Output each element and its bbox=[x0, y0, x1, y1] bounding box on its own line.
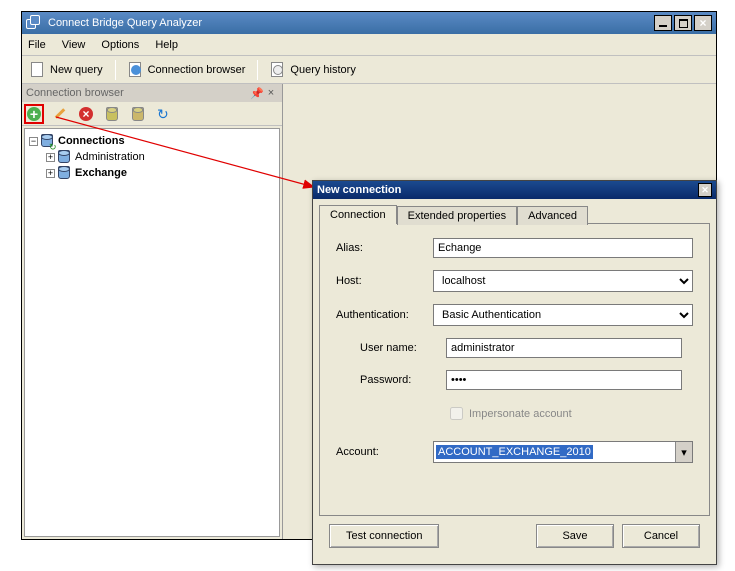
query-history-label: Query history bbox=[290, 64, 355, 76]
add-connection-button[interactable]: + bbox=[24, 104, 44, 124]
maximize-button[interactable] bbox=[674, 15, 692, 31]
tree-item-label: Administration bbox=[75, 151, 145, 163]
alias-input[interactable] bbox=[433, 238, 693, 258]
panel-close-button[interactable]: × bbox=[264, 87, 278, 99]
menu-file[interactable]: File bbox=[28, 39, 46, 51]
tree-root-label: Connections bbox=[58, 135, 125, 147]
chevron-down-icon: ▾ bbox=[675, 442, 692, 462]
auth-label: Authentication: bbox=[336, 309, 433, 321]
database-icon bbox=[58, 166, 72, 180]
panel-title: Connection browser bbox=[26, 87, 250, 99]
host-select[interactable]: localhost bbox=[433, 270, 693, 292]
refresh-button[interactable]: ↻ bbox=[154, 104, 174, 124]
account-value: ACCOUNT_EXCHANGE_2010 bbox=[436, 445, 593, 459]
dialog-close-button[interactable]: ✕ bbox=[698, 183, 712, 197]
dialog-titlebar: New connection ✕ bbox=[313, 181, 716, 199]
pass-label: Password: bbox=[360, 374, 446, 386]
tab-strip: Connection Extended properties Advanced bbox=[319, 205, 710, 224]
menu-options[interactable]: Options bbox=[101, 39, 139, 51]
cancel-button[interactable]: Cancel bbox=[622, 524, 700, 548]
password-input[interactable] bbox=[446, 370, 682, 390]
main-toolbar: New query Connection browser Query histo… bbox=[22, 56, 716, 84]
connection-tab-pane: Alias: Host: localhost Authentication: B… bbox=[319, 223, 710, 516]
globe-icon bbox=[128, 62, 144, 78]
tree-item[interactable]: + Exchange bbox=[29, 165, 275, 181]
tab-extended[interactable]: Extended properties bbox=[397, 206, 517, 225]
close-button[interactable]: × bbox=[694, 15, 712, 31]
user-label: User name: bbox=[360, 342, 446, 354]
save-button[interactable]: Save bbox=[536, 524, 614, 548]
titlebar: Connect Bridge Query Analyzer × bbox=[22, 12, 716, 34]
tree-root[interactable]: − ↻ Connections bbox=[29, 133, 275, 149]
window-title: Connect Bridge Query Analyzer bbox=[46, 17, 652, 29]
app-icon bbox=[26, 15, 42, 31]
x-icon: × bbox=[79, 107, 93, 121]
username-input[interactable] bbox=[446, 338, 682, 358]
connection-browser-button[interactable]: Connection browser bbox=[124, 60, 250, 80]
dialog-title: New connection bbox=[317, 184, 698, 196]
database-icon bbox=[58, 150, 72, 164]
host-label: Host: bbox=[336, 275, 433, 287]
edit-connection-button[interactable] bbox=[50, 104, 70, 124]
tab-connection[interactable]: Connection bbox=[319, 205, 397, 224]
database-icon: ↻ bbox=[41, 134, 55, 148]
new-query-label: New query bbox=[50, 64, 103, 76]
database-icon bbox=[132, 107, 144, 121]
query-history-button[interactable]: Query history bbox=[266, 60, 359, 80]
impersonate-checkbox bbox=[450, 407, 463, 420]
panel-toolbar: + × ↻ bbox=[22, 102, 282, 126]
delete-connection-button[interactable]: × bbox=[76, 104, 96, 124]
new-query-button[interactable]: New query bbox=[26, 60, 107, 80]
refresh-icon: ↻ bbox=[157, 107, 171, 121]
panel-header: Connection browser 📌 × bbox=[22, 84, 282, 102]
alias-label: Alias: bbox=[336, 242, 433, 254]
minimize-button[interactable] bbox=[654, 15, 672, 31]
menubar: File View Options Help bbox=[22, 34, 716, 56]
connection-browser-label: Connection browser bbox=[148, 64, 246, 76]
impersonate-label: Impersonate account bbox=[469, 408, 572, 420]
tab-advanced[interactable]: Advanced bbox=[517, 206, 588, 225]
tree-item-label: Exchange bbox=[75, 167, 127, 179]
database2-button[interactable] bbox=[128, 104, 148, 124]
menu-help[interactable]: Help bbox=[155, 39, 178, 51]
connection-browser-panel: Connection browser 📌 × + × ↻ − ↻ Connect… bbox=[22, 84, 283, 539]
connection-tree[interactable]: − ↻ Connections + Administration + Excha… bbox=[24, 128, 280, 537]
test-connection-button[interactable]: Test connection bbox=[329, 524, 439, 548]
pin-icon[interactable]: 📌 bbox=[250, 87, 264, 100]
plus-icon: + bbox=[27, 107, 41, 121]
database-icon bbox=[106, 107, 118, 121]
history-icon bbox=[270, 62, 286, 78]
database-button[interactable] bbox=[102, 104, 122, 124]
auth-select[interactable]: Basic Authentication bbox=[433, 304, 693, 326]
pencil-icon bbox=[53, 107, 67, 121]
collapse-icon[interactable]: − bbox=[29, 137, 38, 146]
new-connection-dialog: New connection ✕ Connection Extended pro… bbox=[312, 180, 717, 565]
expand-icon[interactable]: + bbox=[46, 169, 55, 178]
menu-view[interactable]: View bbox=[62, 39, 86, 51]
document-icon bbox=[30, 62, 46, 78]
expand-icon[interactable]: + bbox=[46, 153, 55, 162]
account-label: Account: bbox=[336, 446, 433, 458]
account-select[interactable]: ACCOUNT_EXCHANGE_2010 ▾ bbox=[433, 441, 693, 463]
tree-item[interactable]: + Administration bbox=[29, 149, 275, 165]
